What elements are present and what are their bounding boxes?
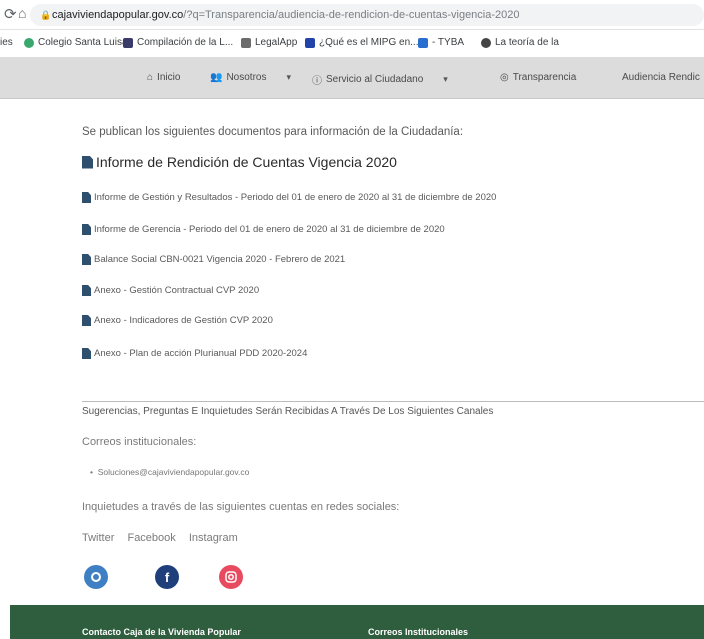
nav-item-inicio[interactable]: ⌂ Inicio (147, 72, 180, 83)
bookmark-favicon-icon (123, 37, 133, 48)
twitter-label: Twitter (82, 532, 115, 544)
eye-icon: ◎ (500, 72, 509, 83)
document-link[interactable]: Anexo - Gestión Contractual CVP 2020 (82, 285, 259, 296)
users-icon: 👥 (210, 72, 223, 83)
bookmark-favicon-icon (305, 37, 315, 48)
chevron-down-icon: ▾ (286, 72, 291, 82)
reload-icon[interactable]: ⟳ (4, 5, 17, 23)
bookmark-favicon-icon (481, 37, 491, 48)
document-link[interactable]: Anexo - Indicadores de Gestión CVP 2020 (82, 315, 273, 326)
file-icon (82, 155, 93, 169)
email-link[interactable]: • Soluciones@cajaviviendapopular.gov.co (90, 467, 249, 477)
footer-email-heading: Correos Institucionales (368, 627, 469, 637)
footer-contact-heading: Contacto Caja de la Vivienda Popular (82, 627, 241, 637)
chevron-down-icon: ▾ (443, 74, 448, 84)
home-icon[interactable]: ⌂ (18, 5, 26, 21)
bookmark-item[interactable]: La teoría de la (481, 37, 559, 48)
bookmark-favicon-icon (418, 37, 428, 48)
bookmark-favicon-icon (241, 37, 251, 48)
nav-item-transparencia[interactable]: ◎ Transparencia (500, 72, 576, 83)
info-icon: ⓘ (312, 76, 322, 87)
document-link[interactable]: Balance Social CBN-0021 Vigencia 2020 - … (82, 254, 345, 265)
report-title-link[interactable]: Informe de Rendición de Cuentas Vigencia… (82, 154, 397, 170)
social-labels: Twitter Facebook Instagram (82, 532, 248, 544)
bookmark-item[interactable]: Compilación de la L... (123, 37, 233, 48)
bookmark-favicon-icon (24, 37, 34, 48)
nav-item-audiencia[interactable]: Audiencia Rendic (622, 72, 700, 83)
file-icon (82, 285, 91, 296)
file-icon (82, 348, 91, 359)
bookmark-item[interactable]: ies (0, 37, 13, 48)
twitter-icon[interactable] (84, 565, 108, 589)
url-field[interactable]: cajaviviendapopular.gov.co/?q=Transparen… (30, 4, 704, 26)
nav-item-nosotros[interactable]: 👥 Nosotros ▾ (210, 72, 291, 83)
url-host: cajaviviendapopular.gov.co (52, 9, 184, 21)
bookmark-item[interactable]: Colegio Santa Luisa (24, 37, 128, 48)
document-link[interactable]: Informe de Gerencia - Periodo del 01 de … (82, 224, 445, 235)
site-navigation: ⌂ Inicio 👥 Nosotros ▾ ⓘ Servicio al Ciudadan… (0, 58, 704, 99)
file-icon (82, 315, 91, 326)
document-link[interactable]: Informe de Gestión y Resultados - Period… (82, 192, 496, 203)
lock-icon[interactable]: 🔒 (40, 10, 51, 21)
bookmarks-bar: ies Colegio Santa Luisa Compilación de l… (0, 30, 704, 58)
instagram-label: Instagram (188, 532, 238, 544)
browser-address-bar: ⟳ ⌂ cajaviviendapopular.gov.co/?q=Transp… (0, 0, 704, 30)
bookmark-item[interactable]: LegalApp (241, 37, 297, 48)
social-intro-text: Inquietudes a través de las siguientes c… (82, 501, 400, 513)
facebook-label: Facebook (127, 532, 176, 544)
bookmark-item[interactable]: - TYBA (418, 37, 464, 48)
page-footer: Contacto Caja de la Vivienda Popular Cor… (10, 605, 704, 639)
suggestions-heading: Sugerencias, Preguntas E Inquietudes Ser… (82, 406, 494, 417)
facebook-icon[interactable]: f (155, 565, 179, 589)
file-icon (82, 224, 91, 235)
file-icon (82, 192, 91, 203)
bookmark-item[interactable]: ¿Qué es el MIPG en... (305, 37, 418, 48)
instagram-icon[interactable] (219, 565, 243, 589)
nav-item-servicio[interactable]: ⓘ Servicio al Ciudadano ▾ (312, 72, 448, 87)
url-path: /?q=Transparencia/audiencia-de-rendicion… (183, 9, 520, 21)
document-link[interactable]: Anexo - Plan de acción Plurianual PDD 20… (82, 348, 307, 359)
intro-text: Se publican los siguientes documentos pa… (82, 126, 464, 138)
section-divider (82, 401, 704, 402)
file-icon (82, 254, 91, 265)
home-icon: ⌂ (147, 72, 154, 83)
correos-label: Correos institucionales: (82, 436, 197, 448)
